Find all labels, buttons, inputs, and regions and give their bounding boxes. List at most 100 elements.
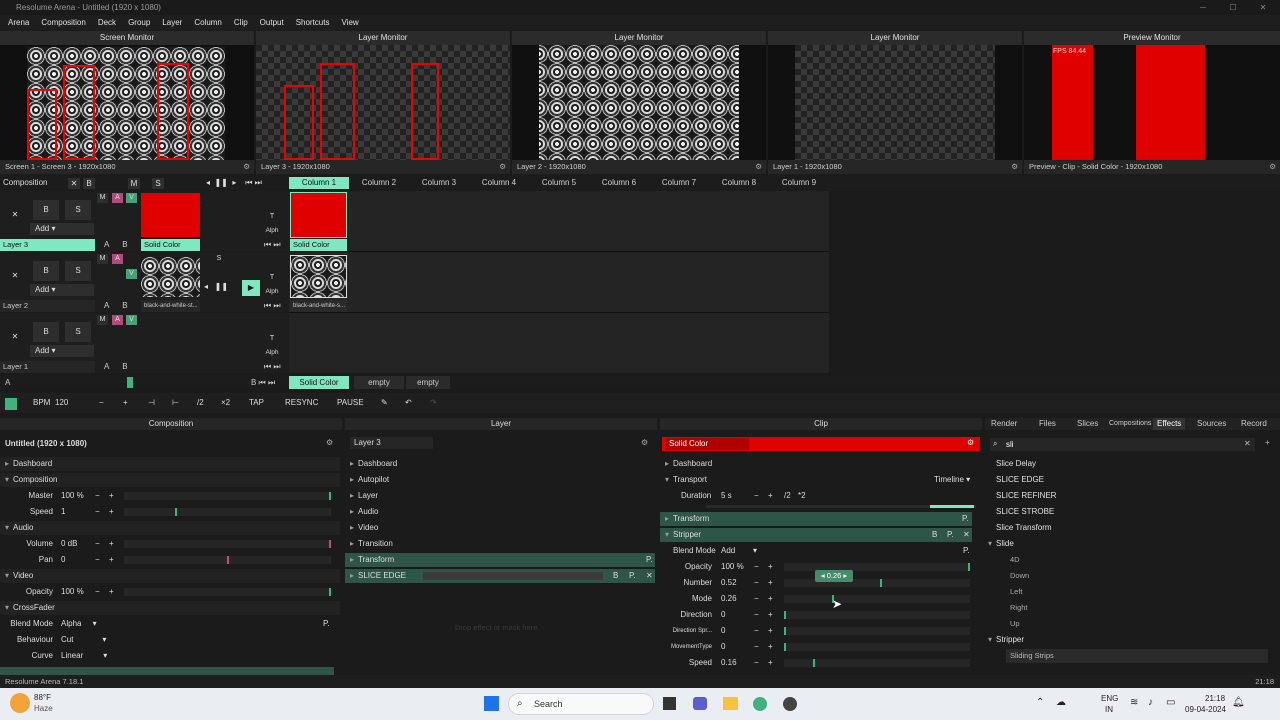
menu-layer[interactable]: Layer bbox=[156, 18, 188, 27]
clip-dashboard-section[interactable]: ▸ Dashboard bbox=[660, 457, 980, 471]
comp-dashboard-section[interactable]: ▸ Dashboard bbox=[0, 457, 340, 471]
menu-deck[interactable]: Deck bbox=[92, 18, 122, 27]
effect-bypass-button[interactable]: B bbox=[932, 528, 937, 542]
column-9-header[interactable]: Column 9 bbox=[769, 177, 829, 189]
layer-1-add-dropdown[interactable]: Add ▾ bbox=[30, 345, 94, 357]
layer-2-name[interactable]: Layer 2 bbox=[0, 300, 95, 312]
composition-name[interactable]: Untitled (1920 x 1080) bbox=[5, 437, 87, 451]
pan-slider[interactable] bbox=[124, 556, 331, 564]
layer-1-alpha-toggle[interactable]: Alph bbox=[262, 348, 282, 358]
bpm-minus-button[interactable]: − bbox=[99, 398, 104, 407]
menu-arena[interactable]: Arena bbox=[2, 18, 35, 27]
nudge-left-icon[interactable]: ⊣ bbox=[148, 398, 155, 407]
bpm-value[interactable]: 120 bbox=[55, 398, 68, 407]
language-line2[interactable]: IN bbox=[1105, 705, 1113, 714]
effect-group-slide[interactable]: ▾ Slide bbox=[988, 537, 1014, 551]
layer-audio-section[interactable]: ▸ Audio bbox=[345, 505, 655, 519]
gear-icon[interactable]: ⚙ bbox=[326, 438, 333, 447]
layer-2-nav[interactable]: ⏮ ⏭ bbox=[264, 301, 281, 311]
windows-start-icon[interactable] bbox=[484, 696, 499, 711]
plus-button[interactable]: + bbox=[109, 489, 114, 503]
minus-button[interactable]: − bbox=[754, 592, 759, 606]
effect-item-slice-edge[interactable]: SLICE EDGE bbox=[996, 473, 1044, 487]
menu-group[interactable]: Group bbox=[122, 18, 156, 27]
param-slider[interactable] bbox=[784, 611, 970, 619]
layer-1-nav[interactable]: ⏮ ⏭ bbox=[264, 362, 281, 372]
layer3-monitor-view[interactable] bbox=[256, 45, 510, 160]
tab-compositions[interactable]: Compositions bbox=[1109, 418, 1151, 430]
tab-sources[interactable]: Sources bbox=[1197, 418, 1226, 430]
transport-controls[interactable]: ◂ ❚❚ ▸ ⏮ ⏭ bbox=[206, 178, 262, 188]
plus-button[interactable]: + bbox=[768, 640, 773, 654]
taskbar-search[interactable]: ⌕ Search bbox=[508, 693, 654, 715]
grid-clip-l3-c1[interactable] bbox=[290, 192, 347, 238]
plus-button[interactable]: + bbox=[109, 537, 114, 551]
param-p-button[interactable]: P. bbox=[962, 512, 969, 526]
blend-mode-dropdown[interactable]: Alpha ▾ bbox=[61, 617, 97, 631]
column-3-header[interactable]: Column 3 bbox=[409, 177, 469, 189]
minus-button[interactable]: − bbox=[95, 505, 100, 519]
minus-button[interactable]: − bbox=[95, 553, 100, 567]
column-5-header[interactable]: Column 5 bbox=[529, 177, 589, 189]
minus-button[interactable]: − bbox=[754, 656, 759, 670]
add-icon[interactable]: + bbox=[1265, 438, 1270, 447]
layer-3-clear-icon[interactable]: ✕ bbox=[6, 208, 24, 222]
minus-button[interactable]: − bbox=[754, 576, 759, 590]
timeline-dropdown[interactable]: Timeline ▾ bbox=[934, 473, 970, 487]
minimize-icon[interactable]: ─ bbox=[1195, 0, 1211, 15]
effect-group-stripper[interactable]: ▾ Stripper bbox=[988, 633, 1024, 647]
plus-button[interactable]: + bbox=[768, 656, 773, 670]
wifi-icon[interactable]: ≋ bbox=[1130, 697, 1138, 708]
slider-handle[interactable] bbox=[813, 659, 815, 667]
layer-3-active-clip-thumb[interactable] bbox=[141, 193, 200, 237]
gear-icon[interactable]: ⚙ bbox=[1011, 160, 1018, 174]
param-slider[interactable] bbox=[784, 643, 970, 651]
tab-render[interactable]: Render bbox=[991, 418, 1017, 430]
param-slider[interactable] bbox=[784, 627, 970, 635]
battery-icon[interactable]: ▭ bbox=[1166, 697, 1175, 708]
param-value[interactable]: 5 s bbox=[721, 489, 732, 503]
layer-video-section[interactable]: ▸ Video bbox=[345, 521, 655, 535]
plus-button[interactable]: + bbox=[768, 576, 773, 590]
menu-shortcuts[interactable]: Shortcuts bbox=[290, 18, 336, 27]
effect-item-slice-transform[interactable]: Slice Transform bbox=[996, 521, 1052, 535]
preview-monitor-view[interactable]: FPS 84.44 bbox=[1024, 45, 1280, 160]
grid-clip-l2-c1-label[interactable]: black-and-white-s... bbox=[290, 300, 347, 312]
layer-2-solo-small[interactable]: S bbox=[213, 254, 225, 264]
behaviour-dropdown[interactable]: Cut ▾ bbox=[61, 633, 106, 647]
minus-button[interactable]: − bbox=[754, 608, 759, 622]
layer-2-ab-selector[interactable]: A B bbox=[104, 301, 128, 310]
slide-item-down[interactable]: Down bbox=[1010, 569, 1029, 583]
param-p-button[interactable]: P. bbox=[323, 617, 330, 631]
gear-icon[interactable]: ⚙ bbox=[499, 160, 506, 174]
layer-2-mask-button[interactable]: M bbox=[97, 254, 108, 264]
minus-button[interactable]: − bbox=[95, 537, 100, 551]
volume-slider[interactable] bbox=[124, 540, 331, 548]
param-value[interactable]: 100 % bbox=[61, 489, 84, 503]
comp-audio-section[interactable]: ▾ Audio bbox=[0, 521, 340, 535]
param-slider[interactable] bbox=[784, 595, 970, 603]
layer-1-name[interactable]: Layer 1 bbox=[0, 361, 95, 373]
bpm-half-button[interactable]: /2 bbox=[197, 398, 204, 407]
layer-2-bypass-button[interactable]: B bbox=[33, 261, 59, 281]
param-value[interactable]: 0 bbox=[721, 624, 725, 638]
layer-2-clip-name[interactable]: black-and-white-st... bbox=[141, 300, 200, 312]
layer-1-clear-icon[interactable]: ✕ bbox=[6, 330, 24, 344]
menu-output[interactable]: Output bbox=[254, 18, 290, 27]
slide-item-right[interactable]: Right bbox=[1010, 601, 1028, 615]
column-8-header[interactable]: Column 8 bbox=[709, 177, 769, 189]
composition-clear-button[interactable]: ✕ bbox=[68, 178, 80, 189]
cloud-icon[interactable]: ☁ bbox=[1056, 697, 1066, 708]
param-value[interactable]: 0.26 bbox=[721, 592, 737, 606]
layer-1-transition-toggle[interactable]: T bbox=[264, 334, 280, 344]
layer-3-name[interactable]: Layer 3 bbox=[0, 239, 95, 251]
layer-2-play-button[interactable]: ▶ bbox=[242, 280, 260, 296]
clip-name-field[interactable]: Solid Color bbox=[665, 438, 749, 450]
bpm-double-button[interactable]: ×2 bbox=[221, 398, 230, 407]
effect-p-button[interactable]: P. bbox=[629, 569, 636, 583]
param-value[interactable]: 100 % bbox=[721, 560, 744, 574]
layer-3-add-dropdown[interactable]: Add ▾ bbox=[30, 223, 94, 235]
slide-item-up[interactable]: Up bbox=[1010, 617, 1020, 631]
param-slider[interactable] bbox=[784, 563, 970, 571]
param-value[interactable]: 0 bbox=[61, 553, 65, 567]
